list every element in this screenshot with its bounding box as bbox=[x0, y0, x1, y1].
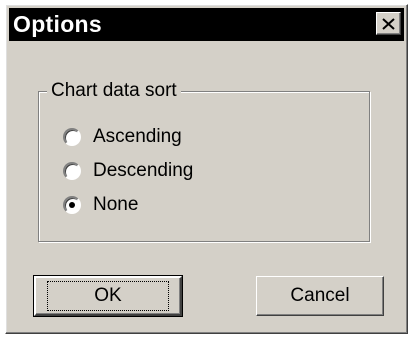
radio-none[interactable]: None bbox=[63, 194, 138, 216]
group-label: Chart data sort bbox=[47, 80, 181, 102]
close-icon bbox=[382, 17, 395, 30]
ok-button-label: OK bbox=[47, 281, 169, 311]
cancel-button-label: Cancel bbox=[290, 285, 350, 306]
options-dialog: Options Chart data sort Ascending Descen… bbox=[5, 4, 408, 334]
title-bar[interactable]: Options bbox=[9, 8, 404, 41]
cancel-button[interactable]: Cancel bbox=[256, 276, 384, 316]
chart-data-sort-group: Chart data sort Ascending Descending Non… bbox=[38, 80, 370, 242]
radio-button[interactable] bbox=[63, 128, 81, 146]
close-button[interactable] bbox=[376, 12, 401, 35]
radio-label-ascending: Ascending bbox=[93, 126, 182, 147]
radio-button-selected[interactable] bbox=[63, 196, 81, 214]
radio-label-descending: Descending bbox=[93, 160, 194, 181]
radio-label-none: None bbox=[93, 194, 139, 215]
ok-button[interactable]: OK bbox=[33, 275, 183, 317]
radio-button[interactable] bbox=[63, 162, 81, 180]
dialog-title: Options bbox=[13, 11, 102, 37]
radio-descending[interactable]: Descending bbox=[63, 160, 193, 182]
radio-ascending[interactable]: Ascending bbox=[63, 126, 182, 148]
